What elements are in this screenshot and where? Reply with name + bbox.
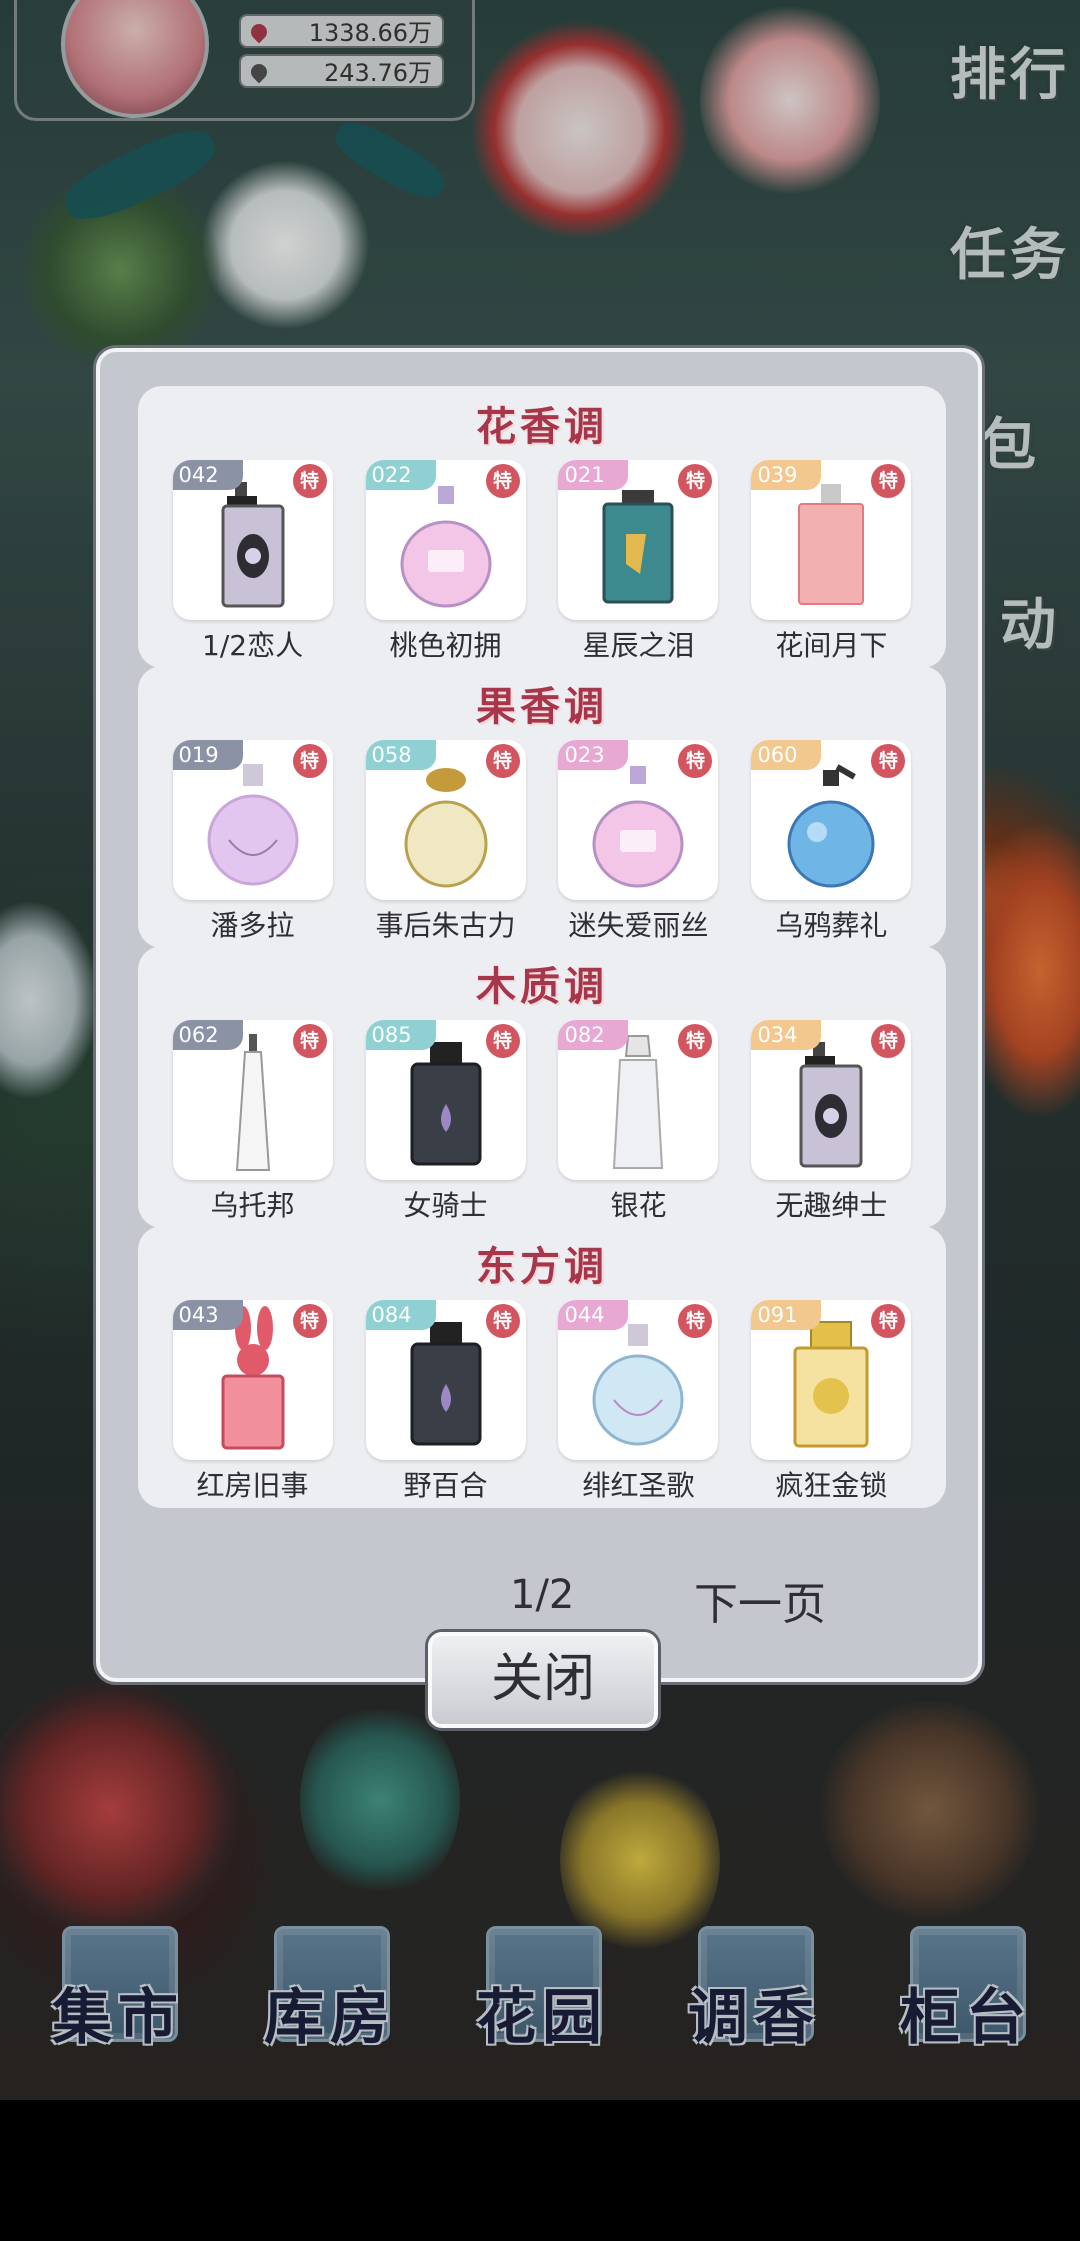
- section-title: 花香调: [476, 403, 608, 450]
- perfume-card[interactable]: 085 特: [365, 1020, 526, 1180]
- perfume-card[interactable]: 022 特: [365, 460, 526, 620]
- perfume-collection-modal: 花香调 042 特 1/2恋人 022 特桃色初拥 021 特星辰之泪 039 特花间月下 果香调 0…: [96, 348, 982, 1682]
- perfume-item[interactable]: 091 特疯狂金锁: [751, 1300, 912, 1504]
- perfume-name: 红房旧事: [196, 1469, 309, 1502]
- perfume-name: 疯狂金锁: [775, 1469, 888, 1502]
- perfume-item[interactable]: 021 特星辰之泪: [558, 460, 719, 664]
- special-badge: 特: [292, 1024, 327, 1058]
- perfume-number: 021: [558, 460, 629, 490]
- special-badge: 特: [292, 744, 327, 778]
- perfume-name: 野百合: [403, 1469, 488, 1502]
- perfume-item[interactable]: 060 特乌鸦葬礼: [751, 740, 912, 944]
- perfume-number: 085: [365, 1020, 436, 1050]
- special-badge: 特: [485, 464, 520, 498]
- perfume-item[interactable]: 034 特无趣绅士: [751, 1020, 912, 1224]
- perfume-card[interactable]: 021 特: [558, 460, 719, 620]
- perfume-number: 091: [751, 1300, 822, 1330]
- perfume-name: 1/2恋人: [202, 629, 304, 662]
- perfume-number: 042: [172, 460, 243, 490]
- special-badge: 特: [485, 1024, 520, 1058]
- perfume-number: 034: [751, 1020, 822, 1050]
- perfume-card[interactable]: 023 特: [558, 740, 719, 900]
- perfume-item[interactable]: 085 特女骑士: [365, 1020, 526, 1224]
- close-button[interactable]: 关闭: [428, 1632, 658, 1728]
- next-page-button[interactable]: 下一页: [694, 1568, 826, 1632]
- perfume-number: 058: [365, 740, 436, 770]
- fragrance-section: 东方调 043 特红房旧事 084 特野百合 044 特绯红圣歌 091 特疯狂金锁: [138, 1226, 946, 1508]
- perfume-name: 乌托邦: [210, 1189, 295, 1222]
- perfume-card[interactable]: 091 特: [751, 1300, 912, 1460]
- fragrance-section: 果香调 019 特潘多拉 058 特事后朱古力 023 特迷失爱丽丝 060 特乌鸦葬礼: [138, 666, 946, 948]
- pager: 1/2 下一页: [100, 1572, 978, 1632]
- perfume-name: 女骑士: [403, 1189, 488, 1222]
- perfume-card[interactable]: 082 特: [558, 1020, 719, 1180]
- perfume-card[interactable]: 043 特: [172, 1300, 333, 1460]
- perfume-number: 022: [365, 460, 436, 490]
- perfume-number: 044: [558, 1300, 629, 1330]
- section-title: 果香调: [476, 683, 608, 730]
- special-badge: 特: [485, 744, 520, 778]
- perfume-card[interactable]: 019 特: [172, 740, 333, 900]
- perfume-name: 潘多拉: [210, 909, 295, 942]
- perfume-number: 023: [558, 740, 629, 770]
- perfume-item[interactable]: 043 特红房旧事: [172, 1300, 333, 1504]
- perfume-card[interactable]: 042 特: [172, 460, 333, 620]
- page-indicator: 1/2: [510, 1572, 575, 1618]
- perfume-name: 事后朱古力: [375, 909, 516, 942]
- perfume-name: 迷失爱丽丝: [568, 909, 709, 942]
- perfume-card[interactable]: 060 特: [751, 740, 912, 900]
- perfume-item[interactable]: 058 特事后朱古力: [365, 740, 526, 944]
- bottom-black-bar: [0, 2100, 1080, 2241]
- fragrance-section: 花香调 042 特 1/2恋人 022 特桃色初拥 021 特星辰之泪 039 特花间月下: [138, 386, 946, 668]
- perfume-number: 082: [558, 1020, 629, 1050]
- perfume-name: 银花: [610, 1189, 667, 1222]
- perfume-item[interactable]: 023 特迷失爱丽丝: [558, 740, 719, 944]
- perfume-name: 星辰之泪: [582, 629, 695, 662]
- close-button-label: 关闭: [490, 1649, 595, 1709]
- special-badge: 特: [292, 464, 327, 498]
- perfume-item[interactable]: 019 特潘多拉: [172, 740, 333, 944]
- perfume-number: 062: [172, 1020, 243, 1050]
- perfume-number: 060: [751, 740, 822, 770]
- perfume-item[interactable]: 082 特银花: [558, 1020, 719, 1224]
- perfume-card[interactable]: 062 特: [172, 1020, 333, 1180]
- special-badge: 特: [292, 1304, 327, 1338]
- perfume-number: 039: [751, 460, 822, 490]
- perfume-item[interactable]: 062 特乌托邦: [172, 1020, 333, 1224]
- special-badge: 特: [485, 1304, 520, 1338]
- perfume-card[interactable]: 034 特: [751, 1020, 912, 1180]
- perfume-card[interactable]: 044 特: [558, 1300, 719, 1460]
- perfume-item[interactable]: 042 特 1/2恋人: [172, 460, 333, 664]
- perfume-card[interactable]: 058 特: [365, 740, 526, 900]
- perfume-number: 019: [172, 740, 243, 770]
- perfume-item[interactable]: 022 特桃色初拥: [365, 460, 526, 664]
- perfume-number: 084: [365, 1300, 436, 1330]
- section-title: 东方调: [476, 1243, 608, 1290]
- perfume-item[interactable]: 084 特野百合: [365, 1300, 526, 1504]
- perfume-card[interactable]: 039 特: [751, 460, 912, 620]
- perfume-item[interactable]: 039 特花间月下: [751, 460, 912, 664]
- perfume-number: 043: [172, 1300, 243, 1330]
- fragrance-section: 木质调 062 特乌托邦 085 特女骑士 082 特银花 034 特无趣绅士: [138, 946, 946, 1228]
- perfume-name: 无趣绅士: [775, 1189, 888, 1222]
- section-title: 木质调: [476, 963, 608, 1010]
- perfume-name: 花间月下: [775, 629, 888, 662]
- perfume-card[interactable]: 084 特: [365, 1300, 526, 1460]
- perfume-item[interactable]: 044 特绯红圣歌: [558, 1300, 719, 1504]
- perfume-name: 绯红圣歌: [582, 1469, 695, 1502]
- perfume-name: 桃色初拥: [389, 629, 502, 662]
- perfume-name: 乌鸦葬礼: [775, 909, 888, 942]
